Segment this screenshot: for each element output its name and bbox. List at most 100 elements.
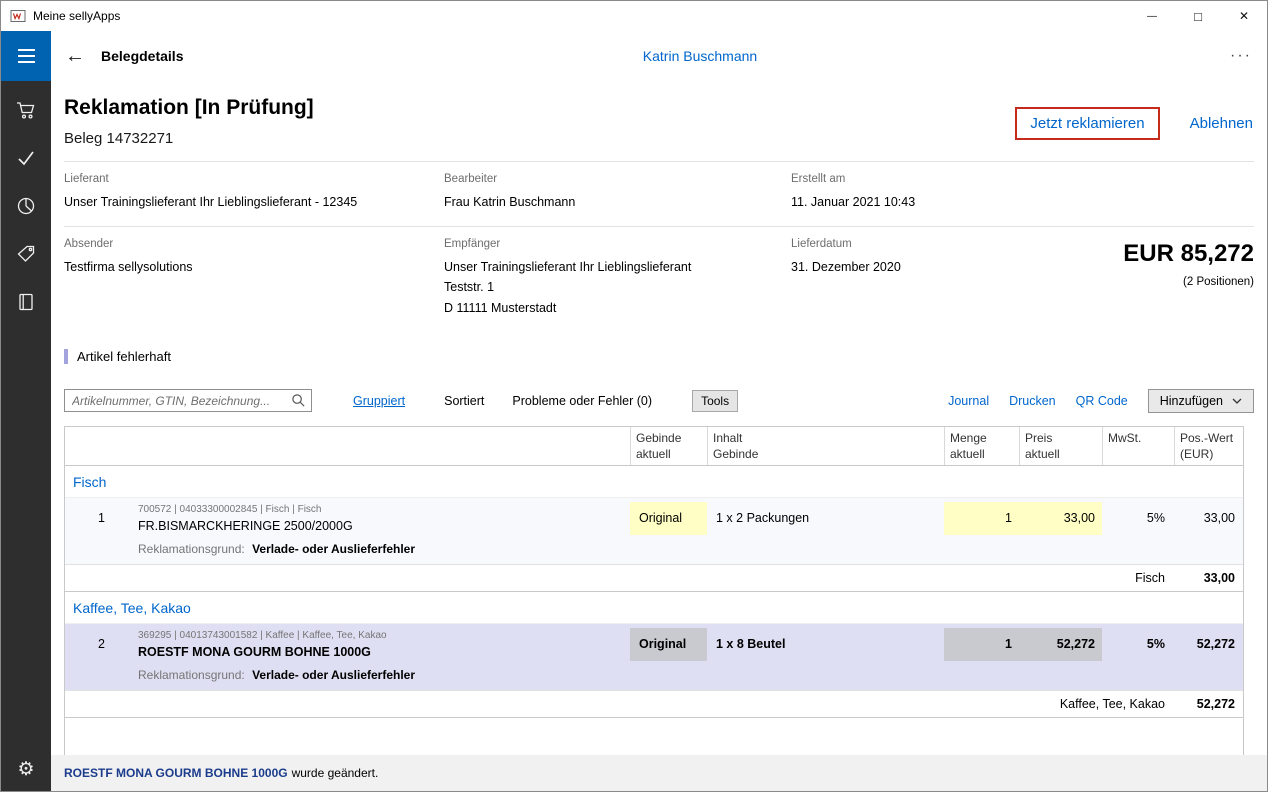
field-label: Lieferdatum <box>791 238 1031 250</box>
app-window: Meine sellyApps — □ ✕ ← Belegdetails Kat… <box>0 0 1268 792</box>
table-row-selected[interactable]: 2 369295 | 04013743001582 | Kaffee | Kaf… <box>65 624 1243 665</box>
main-content: Reklamation [In Prüfung] Beleg 14732271 … <box>51 81 1267 755</box>
reject-button[interactable]: Ablehnen <box>1190 115 1253 132</box>
probleme-filter[interactable]: Probleme oder Fehler (0) <box>512 394 652 408</box>
sidebar: ⚙ <box>1 81 51 791</box>
hamburger-menu-button[interactable] <box>1 31 51 81</box>
document-total: EUR 85,272 (2 Positionen) <box>1031 238 1254 319</box>
field-value: Testfirma sellysolutions <box>64 257 444 278</box>
gruppiert-toggle[interactable]: Gruppiert <box>353 394 405 408</box>
search-icon[interactable] <box>291 393 306 408</box>
article-name: FR.BISMARCKHERINGE 2500/2000G <box>138 519 353 533</box>
maximize-icon: □ <box>1194 9 1202 24</box>
field-erstellt-am: Erstellt am 11. Januar 2021 10:43 <box>791 173 1031 213</box>
menge-cell: 1 <box>944 502 1019 535</box>
wert-cell: 33,00 <box>1174 498 1243 539</box>
empfaenger-line: Unser Trainingslieferant Ihr Lieblingsli… <box>444 257 791 278</box>
article-name: ROESTF MONA GOURM BOHNE 1000G <box>138 645 371 659</box>
document-actions: Jetzt reklamieren Ablehnen <box>1015 96 1254 140</box>
search-box <box>64 389 312 412</box>
status-highlight: ROESTF MONA GOURM BOHNE 1000G <box>64 766 288 780</box>
document-title: Reklamation [In Prüfung] <box>64 96 314 120</box>
field-lieferant: Lieferant Unser Trainingslieferant Ihr L… <box>64 173 444 213</box>
empfaenger-line: D 11111 Musterstadt <box>444 298 791 319</box>
more-icon: ··· <box>1230 47 1252 64</box>
check-icon <box>16 148 36 168</box>
document-info-row-1: Lieferant Unser Trainingslieferant Ihr L… <box>64 162 1254 226</box>
empfaenger-line: Teststr. 1 <box>444 277 791 298</box>
header-cell-mwst: MwSt. <box>1102 427 1174 465</box>
window-controls: — □ ✕ <box>1129 1 1267 31</box>
reclaim-now-button[interactable]: Jetzt reklamieren <box>1015 107 1159 140</box>
wert-cell: 52,272 <box>1174 624 1243 665</box>
sidebar-item-settings[interactable]: ⚙ <box>1 752 51 786</box>
back-icon: ← <box>65 45 85 67</box>
group-footer-row: Kaffee, Tee, Kakao 52,272 <box>65 691 1243 718</box>
user-link[interactable]: Katrin Buschmann <box>643 48 757 64</box>
group-header-row: Kaffee, Tee, Kakao <box>65 592 1243 624</box>
hinzufuegen-button[interactable]: Hinzufügen <box>1148 389 1254 413</box>
status-text: wurde geändert. <box>292 766 379 780</box>
field-bearbeiter: Bearbeiter Frau Katrin Buschmann <box>444 173 791 213</box>
sidebar-item-offers[interactable] <box>1 237 51 271</box>
cart-icon <box>16 100 36 120</box>
app-icon <box>10 8 26 24</box>
app-header: ← Belegdetails Katrin Buschmann ··· <box>1 31 1267 81</box>
gear-icon: ⚙ <box>17 758 34 781</box>
titlebar: Meine sellyApps — □ ✕ <box>1 1 1267 31</box>
list-toolbar: Gruppiert Sortiert Probleme oder Fehler … <box>64 389 1254 413</box>
preis-cell: 33,00 <box>1019 502 1102 535</box>
search-input[interactable] <box>64 389 312 412</box>
field-label: Empfänger <box>444 238 791 250</box>
document-title-block: Reklamation [In Prüfung] Beleg 14732271 <box>64 96 314 147</box>
close-button[interactable]: ✕ <box>1221 1 1267 31</box>
field-label: Erstellt am <box>791 173 1031 185</box>
field-value: 11. Januar 2021 10:43 <box>791 192 1031 213</box>
total-amount: EUR 85,272 <box>1031 240 1254 268</box>
sortiert-toggle[interactable]: Sortiert <box>444 394 484 408</box>
window-title: Meine sellyApps <box>33 9 1129 23</box>
status-bar: ROESTF MONA GOURM BOHNE 1000G wurde geän… <box>51 755 1267 791</box>
close-icon: ✕ <box>1239 9 1249 23</box>
sidebar-item-catalog[interactable] <box>1 285 51 319</box>
field-label: Bearbeiter <box>444 173 791 185</box>
total-positions: (2 Positionen) <box>1031 276 1254 288</box>
back-button[interactable]: ← <box>65 46 85 66</box>
gebinde-cell: Original <box>630 628 707 661</box>
header-cell-inhalt: Inhalt Gebinde <box>707 427 944 465</box>
page-title: Belegdetails <box>101 48 183 64</box>
header-cell-article <box>112 427 630 465</box>
table-row[interactable]: 1 700572 | 04033300002845 | Fisch | Fisc… <box>65 498 1243 539</box>
tools-button[interactable]: Tools <box>692 390 738 412</box>
flag-note: Artikel fehlerhaft <box>77 349 171 364</box>
inhalt-cell: 1 x 2 Packungen <box>707 498 944 539</box>
sidebar-item-approvals[interactable] <box>1 141 51 175</box>
article-cell: 369295 | 04013743001582 | Kaffee | Kaffe… <box>112 624 630 665</box>
header-cell-wert: Pos.-Wert (EUR) <box>1174 427 1243 465</box>
group-footer-row: Fisch 33,00 <box>65 565 1243 592</box>
group-header-row: Fisch <box>65 466 1243 498</box>
group-footer-value: 33,00 <box>1174 565 1243 591</box>
field-empfaenger: Empfänger Unser Trainingslieferant Ihr L… <box>444 238 791 319</box>
inhalt-cell: 1 x 8 Beutel <box>707 624 944 665</box>
sidebar-item-statistics[interactable] <box>1 189 51 223</box>
row-number: 2 <box>65 624 112 665</box>
field-label: Lieferant <box>64 173 444 185</box>
drucken-link[interactable]: Drucken <box>1009 394 1056 408</box>
more-options-button[interactable]: ··· <box>1230 47 1252 65</box>
toolbar-right: Journal Drucken QR Code Hinzufügen <box>948 389 1254 413</box>
sidebar-item-orders[interactable] <box>1 93 51 127</box>
journal-link[interactable]: Journal <box>948 394 989 408</box>
book-icon <box>16 292 36 312</box>
group-header: Kaffee, Tee, Kakao <box>65 592 1243 624</box>
minimize-button[interactable]: — <box>1129 1 1175 31</box>
article-cell: 700572 | 04033300002845 | Fisch | Fisch … <box>112 498 630 539</box>
field-value: Unser Trainingslieferant Ihr Lieblingsli… <box>444 257 791 319</box>
qr-code-link[interactable]: QR Code <box>1076 394 1128 408</box>
field-absender: Absender Testfirma sellysolutions <box>64 238 444 319</box>
menge-cell: 1 <box>944 628 1019 661</box>
maximize-button[interactable]: □ <box>1175 1 1221 31</box>
minimize-icon: — <box>1147 11 1157 22</box>
group-footer-label: Fisch <box>65 565 1174 591</box>
group-footer-label: Kaffee, Tee, Kakao <box>65 691 1174 717</box>
